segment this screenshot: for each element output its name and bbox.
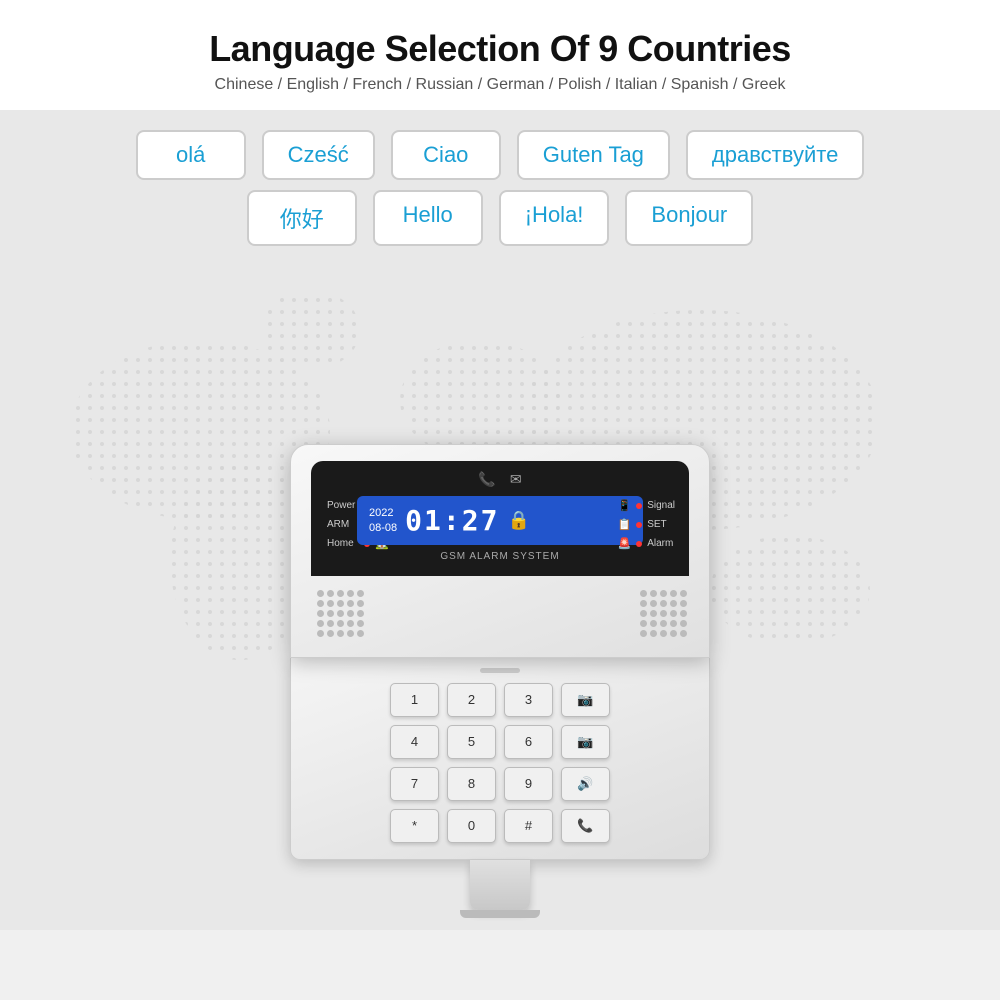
lang-btn-zdravstvuyte[interactable]: дравствуйте [686, 130, 864, 180]
home-label: Home [327, 538, 359, 549]
main-section: olá Cześć Ciao Guten Tag дравствуйте 你好 … [0, 110, 1000, 930]
lcd-date: 202208-08 [369, 506, 397, 535]
key-5[interactable]: 5 [447, 725, 496, 759]
key-cam2[interactable]: 📷 [561, 725, 610, 759]
arm-label: ARM [327, 519, 359, 530]
right-indicators: 📱 Signal 📋 SET 🚨 Alarm [617, 499, 675, 550]
key-8[interactable]: 8 [447, 767, 496, 801]
language-subtitle: Chinese / English / French / Russian / G… [20, 76, 980, 94]
key-vol[interactable]: 🔊 [561, 767, 610, 801]
keypad-indicator [480, 668, 520, 673]
alarm-device: 📞 ✉ Power ⏻ ARM 🏠 H [290, 444, 710, 910]
lcd-screen: 202208-08 01:27 🔒 [357, 496, 643, 545]
keypad-section: 1 2 3 📷 4 5 6 📷 7 8 9 🔊 * 0 # 📞 [290, 658, 710, 860]
phone-icon: 📞 [478, 471, 495, 488]
key-star[interactable]: * [390, 809, 439, 843]
message-icon: ✉ [510, 471, 522, 488]
alarm-indicator: 🚨 Alarm [617, 537, 675, 550]
key-6[interactable]: 6 [504, 725, 553, 759]
key-1[interactable]: 1 [390, 683, 439, 717]
key-2[interactable]: 2 [447, 683, 496, 717]
set-indicator: 📋 SET [617, 518, 675, 531]
key-phone[interactable]: 📞 [561, 809, 610, 843]
keypad-grid: 1 2 3 📷 4 5 6 📷 7 8 9 🔊 * 0 # 📞 [390, 683, 610, 843]
lang-btn-bonjour[interactable]: Bonjour [625, 190, 753, 246]
lang-btn-hello[interactable]: Hello [373, 190, 483, 246]
signal-dot [636, 503, 642, 509]
power-label: Power [327, 500, 359, 511]
lang-btn-ola[interactable]: olá [136, 130, 246, 180]
right-speaker [634, 584, 689, 639]
alarm-body: 📞 ✉ Power ⏻ ARM 🏠 H [290, 444, 710, 658]
page-title: Language Selection Of 9 Countries [20, 28, 980, 70]
alarm-dot [636, 541, 642, 547]
alarm-stand [470, 860, 530, 910]
language-row-2: 你好 Hello ¡Hola! Bonjour [247, 190, 754, 246]
key-7[interactable]: 7 [390, 767, 439, 801]
signal-label: Signal [647, 500, 675, 511]
key-0[interactable]: 0 [447, 809, 496, 843]
left-speaker [311, 584, 366, 639]
key-cam1[interactable]: 📷 [561, 683, 610, 717]
set-label: SET [647, 519, 666, 530]
alarm-icons-row: 📞 ✉ [327, 471, 673, 488]
lang-btn-czesc[interactable]: Cześć [262, 130, 375, 180]
key-hash[interactable]: # [504, 809, 553, 843]
speakers-row [311, 576, 689, 647]
key-4[interactable]: 4 [390, 725, 439, 759]
set-icon: 📋 [617, 518, 631, 531]
language-row-1: olá Cześć Ciao Guten Tag дравствуйте [136, 130, 865, 180]
key-9[interactable]: 9 [504, 767, 553, 801]
key-3[interactable]: 3 [504, 683, 553, 717]
alarm-top-panel: 📞 ✉ Power ⏻ ARM 🏠 H [311, 461, 689, 576]
set-dot [636, 522, 642, 528]
header-section: Language Selection Of 9 Countries Chines… [0, 0, 1000, 110]
signal-indicator: 📱 Signal [617, 499, 675, 512]
gsm-label: GSM ALARM SYSTEM [327, 551, 673, 562]
lcd-time: 01:27 [405, 504, 499, 537]
lcd-lock-icon: 🔒 [507, 510, 529, 531]
signal-icon: 📱 [617, 499, 631, 512]
alarm-icon: 🚨 [617, 537, 631, 550]
alarm-label: Alarm [647, 538, 673, 549]
language-buttons-container: olá Cześć Ciao Guten Tag дравствуйте 你好 … [0, 130, 1000, 246]
lang-btn-ciao[interactable]: Ciao [391, 130, 501, 180]
lang-btn-guten-tag[interactable]: Guten Tag [517, 130, 670, 180]
lang-btn-nihao[interactable]: 你好 [247, 190, 357, 246]
lang-btn-hola[interactable]: ¡Hola! [499, 190, 610, 246]
